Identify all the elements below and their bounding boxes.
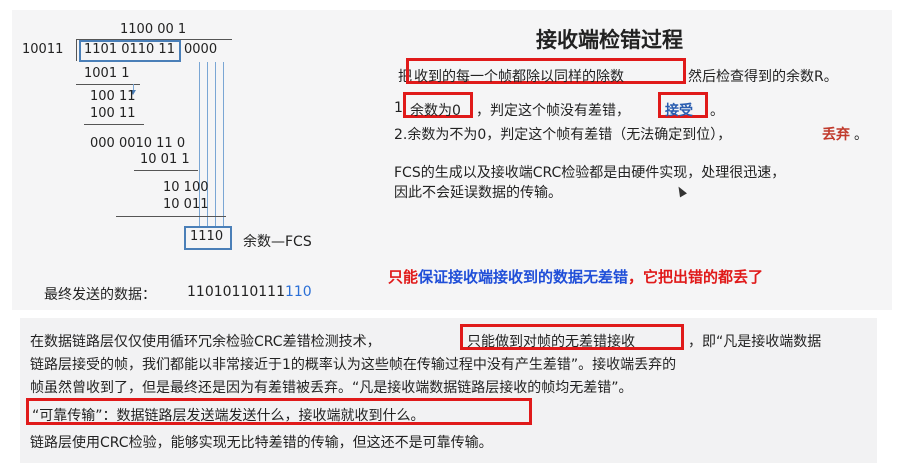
item2-text: 2.余数为不为0，判定这个帧有差错（无法确定到位）， bbox=[394, 127, 732, 143]
item1-boxed: 余数为0 bbox=[410, 103, 461, 119]
guide-line bbox=[215, 62, 216, 227]
quotient: 1100 00 1 bbox=[120, 22, 187, 37]
division-step: 10 01 1 bbox=[140, 152, 190, 167]
item1-middle: ，判定这个帧没有差错， bbox=[476, 103, 630, 119]
line1-suffix: 然后检查得到的余数R。 bbox=[688, 69, 838, 85]
line1-boxed: 收到的每一个帧都除以同样的除数 bbox=[414, 69, 624, 85]
step-line bbox=[76, 84, 140, 85]
final-data-fcs: 110 bbox=[284, 284, 312, 300]
division-step: 100 11 bbox=[90, 89, 136, 104]
guide-line bbox=[223, 62, 224, 227]
dividend-data: 1101 0110 11 bbox=[84, 42, 175, 57]
step-line bbox=[116, 216, 226, 217]
summary-conclusion: 链路层使用CRC检验，能够实现无比特差错的传输，但这还不是可靠传输。 bbox=[30, 435, 493, 451]
summary-line3: 帧虽然曾收到了，但是最终还是因为有差错被丢弃。“凡是接收端数据链路层接收的帧均无… bbox=[30, 380, 633, 396]
summary-line2: 链路层接受的帧，我们都能以非常接近于1的概率认为这些帧在传输过程中没有产生差错”… bbox=[30, 357, 677, 373]
step-line bbox=[134, 170, 198, 171]
discard-label: 丢弃 bbox=[822, 127, 850, 143]
division-step: 10 011 bbox=[163, 197, 209, 212]
summary-line1-a: 在数据链路层仅仅使用循环冗余检验CRC差错检测技术， bbox=[30, 334, 381, 350]
dividend-padding: 0000 bbox=[184, 42, 218, 57]
summary-line1-boxed: 只能做到对帧的无差错接收 bbox=[467, 334, 635, 350]
division-step: 000 0010 11 0 bbox=[90, 136, 186, 151]
divisor: 10011 bbox=[22, 42, 64, 57]
panel-title: 接收端检错过程 bbox=[536, 28, 683, 52]
final-data-label: 最终发送的数据： bbox=[44, 287, 156, 303]
fcs-note-line1: FCS的生成以及接收端CRC检验都是由硬件实现，处理很迅速， bbox=[394, 165, 786, 181]
annotation-note: 只能保证接收端接收到的数据无差错，它把出错的都丢了 bbox=[388, 268, 764, 286]
division-step: 10 100 bbox=[163, 180, 209, 195]
accept-label: 接受 bbox=[665, 103, 693, 119]
remainder-label: 余数—FCS bbox=[243, 234, 312, 250]
reliable-transfer-definition: “可靠传输”：数据链路层发送端发送什么，接收端就收到什么。 bbox=[32, 408, 425, 424]
remainder: 1110 bbox=[190, 229, 224, 244]
division-step: 1001 1 bbox=[84, 66, 130, 81]
final-data-value: 11010110111110 bbox=[187, 284, 312, 300]
step-line bbox=[84, 124, 144, 125]
item1-suffix: 。 bbox=[710, 103, 724, 119]
summary-line1-b: ，即“凡是接收端数据 bbox=[688, 334, 822, 350]
item2-suffix: 。 bbox=[854, 127, 868, 143]
fcs-note-line2: 因此不会延误数据的传输。 bbox=[394, 185, 562, 201]
division-bracket bbox=[76, 39, 77, 61]
division-step: 100 11 bbox=[90, 106, 136, 121]
